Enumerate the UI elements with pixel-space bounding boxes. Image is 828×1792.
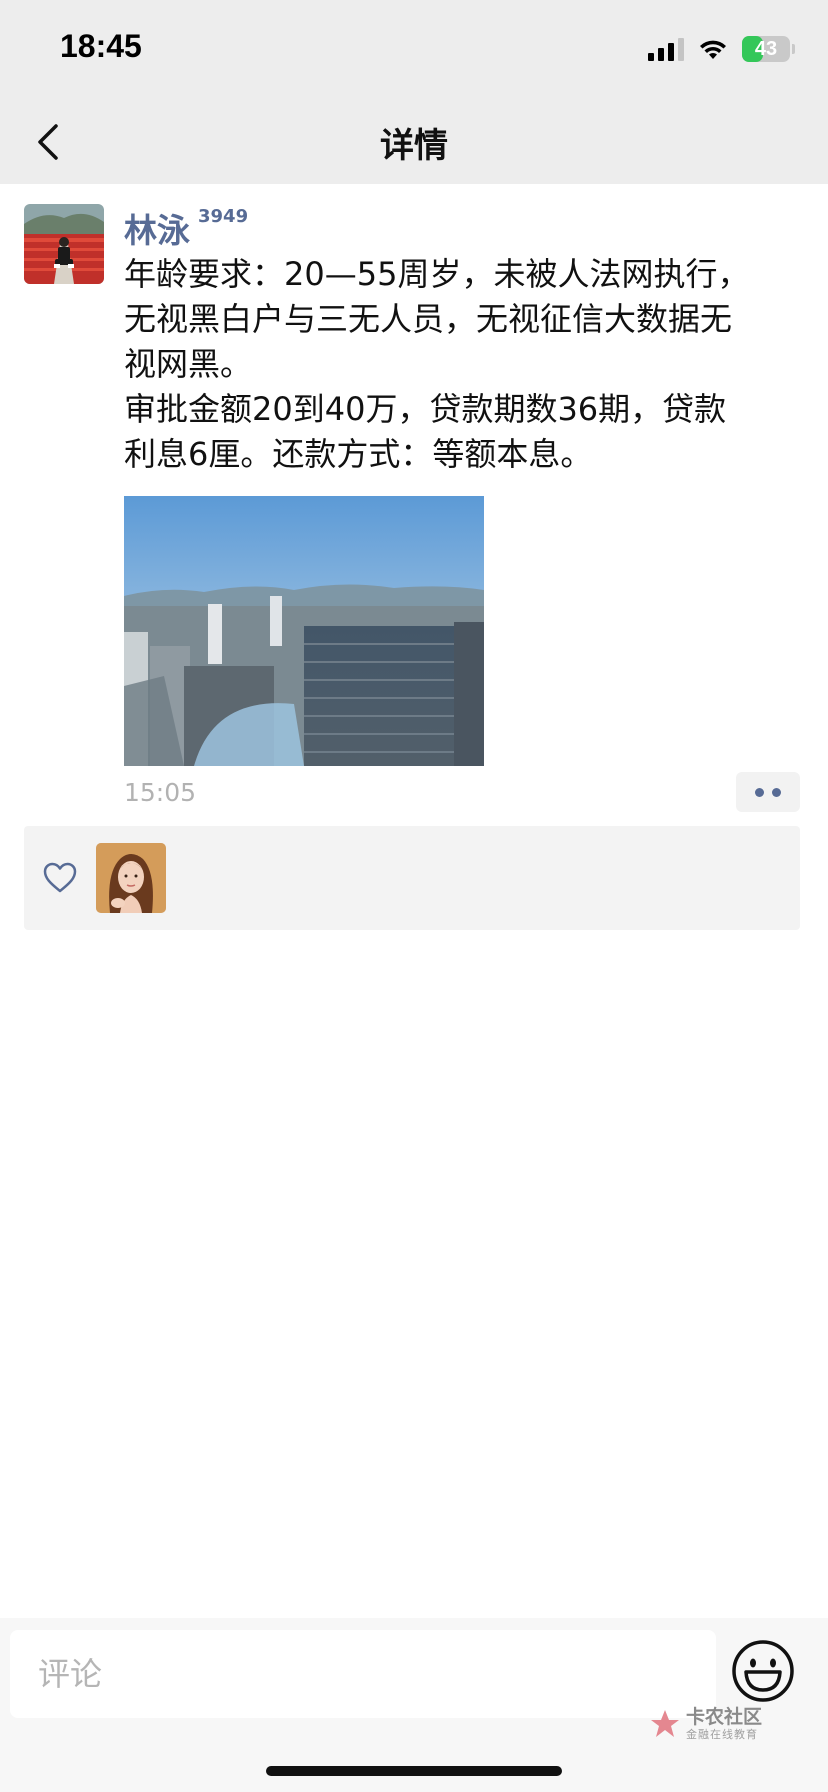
- post-text: 年龄要求：20—55周岁，未被人法网执行， 无视黑白户与三无人员，无视征信大数据…: [124, 252, 804, 477]
- status-icons: 43: [648, 34, 795, 64]
- comment-input[interactable]: [10, 1630, 716, 1718]
- more-actions-button[interactable]: [736, 772, 800, 812]
- post-text-line: 审批金额20到40万，贷款期数36期，贷款: [124, 390, 727, 428]
- more-dot-icon: [755, 787, 764, 797]
- cellular-signal-icon: [648, 37, 684, 61]
- post-text-line: 利息6厘。还款方式：等额本息。: [124, 435, 593, 473]
- heart-outline-icon: [43, 862, 77, 893]
- watermark-logo-icon: [651, 1710, 679, 1737]
- author-avatar[interactable]: [24, 204, 104, 284]
- post-time: 15:05: [124, 778, 197, 807]
- status-time: 18:45: [60, 28, 142, 64]
- wifi-icon: [700, 40, 726, 59]
- watermark: 卡农社区 金融在线教育: [648, 1706, 762, 1742]
- author-row: 林泳 3949: [124, 204, 248, 252]
- smiley-face-icon[interactable]: [730, 1638, 796, 1704]
- likes-panel: [24, 826, 800, 930]
- author-badge: 3949: [198, 206, 249, 227]
- liker-avatar[interactable]: [96, 843, 166, 913]
- battery-indicator: 43: [742, 36, 795, 62]
- status-bar: 18:45 43: [0, 0, 828, 100]
- post-text-line: 无视黑白户与三无人员，无视征信大数据无: [124, 300, 733, 338]
- post-text-line: 年龄要求：20—55周岁，未被人法网执行，: [124, 255, 750, 293]
- author-name[interactable]: 林泳: [124, 204, 190, 252]
- post-photo[interactable]: [124, 496, 484, 766]
- watermark-title: 卡农社区: [686, 1706, 763, 1728]
- nav-bar: 详情: [0, 100, 828, 184]
- page-title: 详情: [380, 126, 448, 166]
- comment-bar: 卡农社区 金融在线教育: [0, 1618, 828, 1792]
- post-text-line: 视网黑。: [124, 345, 253, 383]
- home-indicator[interactable]: [266, 1766, 562, 1776]
- battery-level: 43: [754, 37, 778, 60]
- more-dot-icon: [772, 787, 781, 797]
- watermark-subtitle: 金融在线教育: [686, 1728, 758, 1741]
